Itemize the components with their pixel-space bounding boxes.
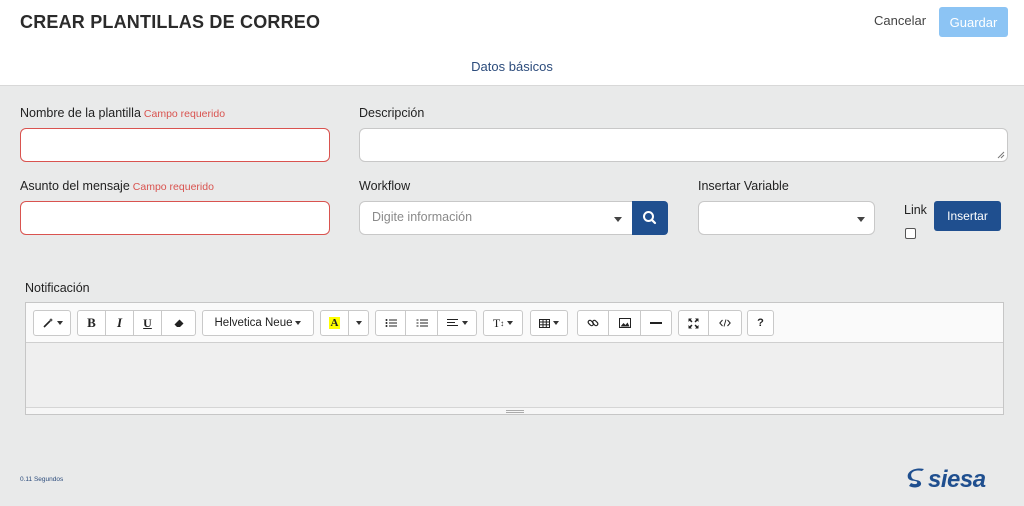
description-label: Descripción: [359, 106, 425, 120]
style-button[interactable]: [33, 310, 71, 336]
code-icon: [719, 319, 731, 327]
template-name-input[interactable]: [20, 128, 330, 162]
line-height-button[interactable]: T ↕: [483, 310, 523, 336]
insert-button[interactable]: Insertar: [934, 201, 1001, 231]
chevron-down-icon: [56, 321, 63, 325]
chevron-down-icon: [614, 217, 622, 222]
clear-format-button[interactable]: [161, 310, 196, 336]
underline-button[interactable]: U: [133, 310, 162, 336]
chevron-down-icon: [507, 321, 514, 325]
text-color-icon: A: [328, 317, 341, 329]
line-height-arrow-icon: ↕: [500, 318, 505, 328]
link-checkbox[interactable]: [905, 228, 916, 239]
page-title: CREAR PLANTILLAS DE CORREO: [20, 12, 321, 32]
horizontal-rule-icon: [650, 322, 662, 324]
link-button[interactable]: [577, 310, 609, 336]
editor-toolbar: B I U Helvetica Neue A T ↕ ?: [26, 303, 1003, 343]
template-name-label-text: Nombre de la plantilla: [20, 106, 141, 120]
editor-content-area[interactable]: [26, 343, 1003, 407]
insert-variable-label: Insertar Variable: [698, 179, 789, 193]
font-name-dropdown[interactable]: Helvetica Neue: [202, 310, 314, 336]
description-input[interactable]: [359, 128, 1008, 162]
footer-load-time: 0.11 Segundos: [20, 476, 64, 483]
font-name-value: Helvetica Neue: [214, 317, 293, 329]
search-icon: [643, 211, 657, 225]
template-name-required: Campo requerido: [143, 108, 226, 120]
link-icon: [587, 319, 599, 327]
ordered-list-button[interactable]: [405, 310, 438, 336]
table-icon: [539, 318, 550, 328]
help-button[interactable]: ?: [747, 310, 774, 336]
subject-label-text: Asunto del mensaje: [20, 179, 130, 193]
save-button[interactable]: Guardar: [939, 7, 1008, 37]
insert-variable-select[interactable]: [698, 201, 875, 235]
subject-label: Asunto del mensaje Campo requerido: [20, 179, 214, 193]
paragraph-align-button[interactable]: [437, 310, 477, 336]
cancel-button[interactable]: Cancelar: [874, 13, 926, 28]
line-height-icon: T: [492, 315, 501, 330]
chevron-down-icon: [355, 321, 362, 325]
chevron-down-icon: [857, 217, 865, 222]
fullscreen-button[interactable]: [678, 310, 709, 336]
table-button[interactable]: [530, 310, 568, 336]
expand-icon: [688, 318, 699, 328]
code-view-button[interactable]: [708, 310, 742, 336]
unordered-list-button[interactable]: [375, 310, 406, 336]
magic-wand-icon: [42, 318, 53, 328]
image-icon: [618, 318, 631, 328]
subject-input[interactable]: [20, 201, 330, 235]
horizontal-rule-button[interactable]: [640, 310, 672, 336]
header: CREAR PLANTILLAS DE CORREO Cancelar Guar…: [0, 0, 1024, 46]
editor-resize-bar[interactable]: [26, 407, 1003, 414]
eraser-icon: [174, 319, 183, 327]
text-color-button[interactable]: A: [320, 310, 349, 336]
bullet-list-icon: [385, 319, 397, 327]
text-color-dropdown[interactable]: [348, 310, 369, 336]
chevron-down-icon: [295, 321, 302, 325]
siesa-logo: siesa: [906, 466, 986, 494]
notification-label: Notificación: [25, 281, 90, 295]
siesa-logo-mark-icon: [907, 468, 924, 488]
image-button[interactable]: [608, 310, 641, 336]
template-name-label: Nombre de la plantilla Campo requerido: [20, 106, 225, 120]
align-left-icon: [446, 319, 458, 326]
siesa-logo-text: siesa: [928, 466, 986, 493]
tab-bar: Datos básicos: [0, 46, 1024, 86]
workflow-placeholder: Digite información: [372, 210, 473, 224]
chevron-down-icon: [553, 321, 559, 325]
numbered-list-icon: [416, 319, 428, 327]
chevron-down-icon: [461, 321, 468, 325]
italic-button[interactable]: I: [105, 310, 134, 336]
workflow-label: Workflow: [359, 179, 411, 193]
rich-text-editor: B I U Helvetica Neue A T ↕ ?: [25, 302, 1004, 415]
workflow-select[interactable]: Digite información: [359, 201, 633, 235]
workflow-search-button[interactable]: [632, 201, 668, 235]
tab-basic-data[interactable]: Datos básicos: [0, 59, 1024, 74]
link-label: Link: [904, 203, 927, 217]
resize-handle-icon[interactable]: [997, 151, 1005, 159]
bold-button[interactable]: B: [77, 310, 106, 336]
grip-icon: [506, 410, 524, 413]
subject-required: Campo requerido: [132, 181, 214, 193]
